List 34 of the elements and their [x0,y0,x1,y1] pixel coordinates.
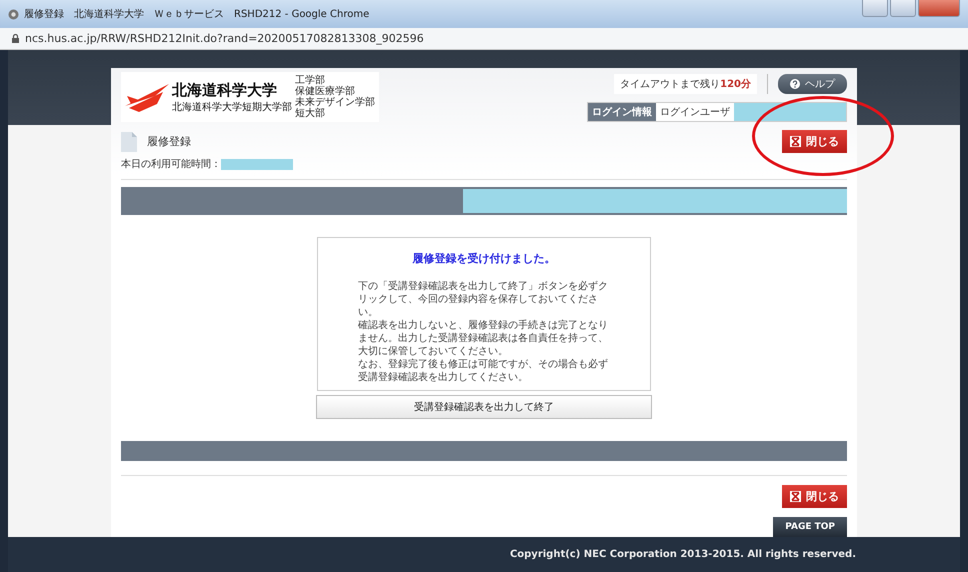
close-button[interactable] [918,0,960,17]
lock-icon [12,34,19,43]
close-page-button[interactable]: 閉じる [782,130,847,153]
faculty-name: 未来デザイン学部 [295,97,375,108]
page-title: 履修登録 [147,134,191,149]
message-text: 確認表を出力しないと、履修登録の手続きは完了となりません。出力した受講登録確認表は各自責任を持って、大切に保管しておいてください。 [358,319,609,358]
address-bar[interactable]: ncs.hus.ac.jp/RRW/RSHD212Init.do?rand=20200517082813308_902596 [0,28,968,50]
close-page-button[interactable]: 閉じる [782,485,847,508]
minimize-button[interactable] [862,0,888,17]
close-icon [790,491,801,502]
university-name: 北海道科学大学 [172,80,278,100]
redacted-field [221,158,293,170]
faculty-name: 保健医療学部 [295,86,356,97]
browser-icon [8,8,19,20]
message-title: 履修登録を受け付けました。 [412,251,556,266]
help-button[interactable]: ヘルプ [778,74,847,94]
help-icon [790,79,800,89]
url-text: ncs.hus.ac.jp/RRW/RSHD212Init.do?rand=20200517082813308_902596 [25,32,424,45]
output-and-finish-button[interactable]: 受講登録確認表を出力して終了 [316,395,652,419]
timeout-value: 120分 [720,79,751,90]
timeout-label: タイムアウトまで残り [620,79,720,90]
college-name: 北海道科学大学短期大学部 [172,100,292,114]
bird-logo-icon [125,82,169,112]
available-time-label: 本日の利用可能時間： [121,158,221,171]
message-text: なお、登録完了後も修正は可能ですが、その場合も必ず受講登録確認表を出力してください。 [358,358,609,384]
copyright-text: Copyright(c) NEC Corporation 2013-2015. All rights reserved. [510,549,856,560]
maximize-button[interactable] [890,0,916,17]
page-top-button[interactable]: PAGE TOP [773,517,847,537]
window-title: 履修登録 北海道科学大学 Ｗｅｂサービス RSHD212 - Google Chrome [24,8,370,21]
faculty-name: 短大部 [295,108,326,119]
close-icon [790,136,801,147]
message-text: 下の「受講登録確認表を出力して終了」ボタンを必ずクリックして、今回の登録内容を保存しておいてください。 [358,280,609,319]
document-icon [121,132,137,152]
faculty-name: 工学部 [295,75,325,86]
